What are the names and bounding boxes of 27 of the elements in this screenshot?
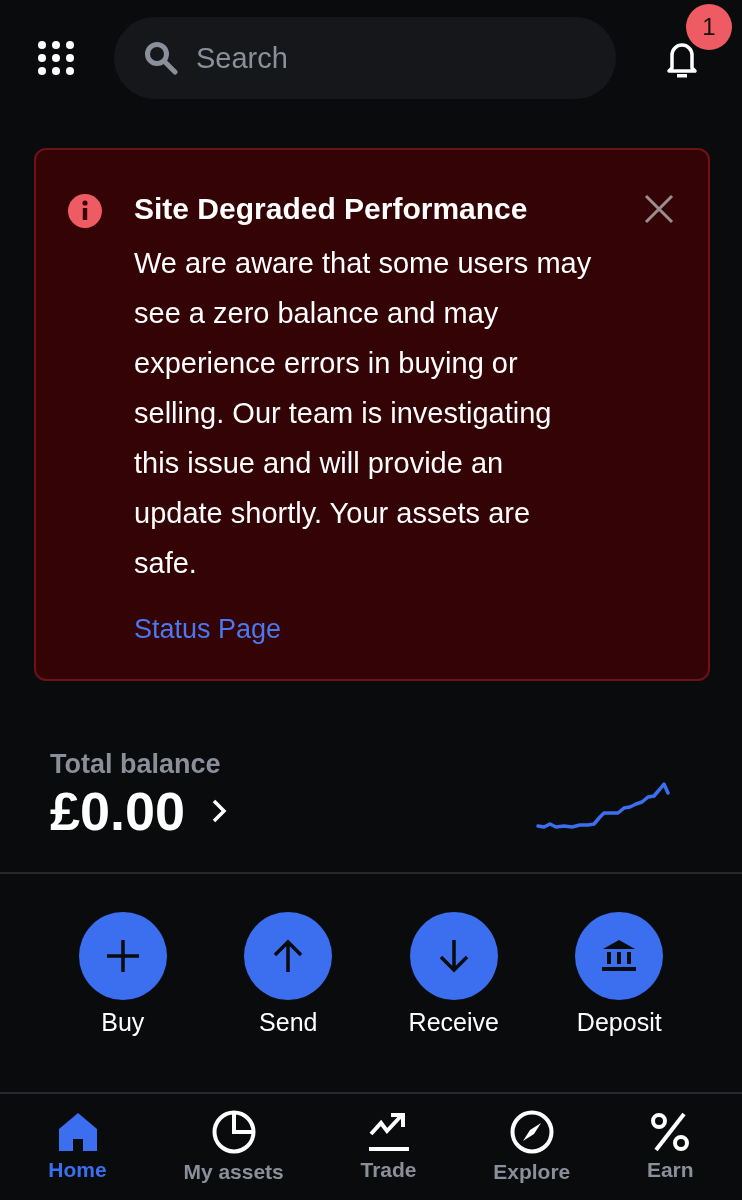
search-field[interactable]: Search [114, 17, 616, 99]
buy-label: Buy [101, 1008, 145, 1037]
send-label: Send [259, 1008, 318, 1037]
plus-icon [104, 938, 141, 974]
pie-chart-icon [211, 1110, 256, 1154]
compass-icon [509, 1110, 554, 1154]
nav-tab[interactable]: My assets [183, 1110, 284, 1184]
receive-label: Receive [408, 1008, 499, 1037]
notification-badge: 1 [686, 4, 732, 50]
balance-amount: £0.00 [50, 780, 186, 842]
house-icon [57, 1112, 98, 1152]
alert-message: We are aware that some users may see a zero balance and may experience errors in buying or selling. Our team is investigating this issue and will provide an update shortly. Your assets are safe. [134, 246, 593, 581]
deposit-label: Deposit [576, 1008, 662, 1037]
nav-tab[interactable]: Trade [360, 1112, 417, 1182]
balance-label: Total balance [50, 749, 222, 780]
status-page-link[interactable]: Status Page [134, 614, 282, 645]
trend-up-icon [368, 1112, 409, 1152]
search-icon [144, 41, 178, 75]
bank-icon [601, 939, 638, 973]
nav-tab[interactable]: Explore [493, 1110, 571, 1184]
info-icon [68, 194, 102, 228]
chevron-right-icon[interactable] [211, 798, 228, 824]
percent-icon [650, 1112, 691, 1152]
nav-tab[interactable]: Earn [646, 1112, 694, 1182]
close-icon[interactable] [644, 194, 674, 224]
nav-tab[interactable]: Home [48, 1112, 107, 1182]
alert-title: Site Degraded Performance [134, 192, 529, 226]
